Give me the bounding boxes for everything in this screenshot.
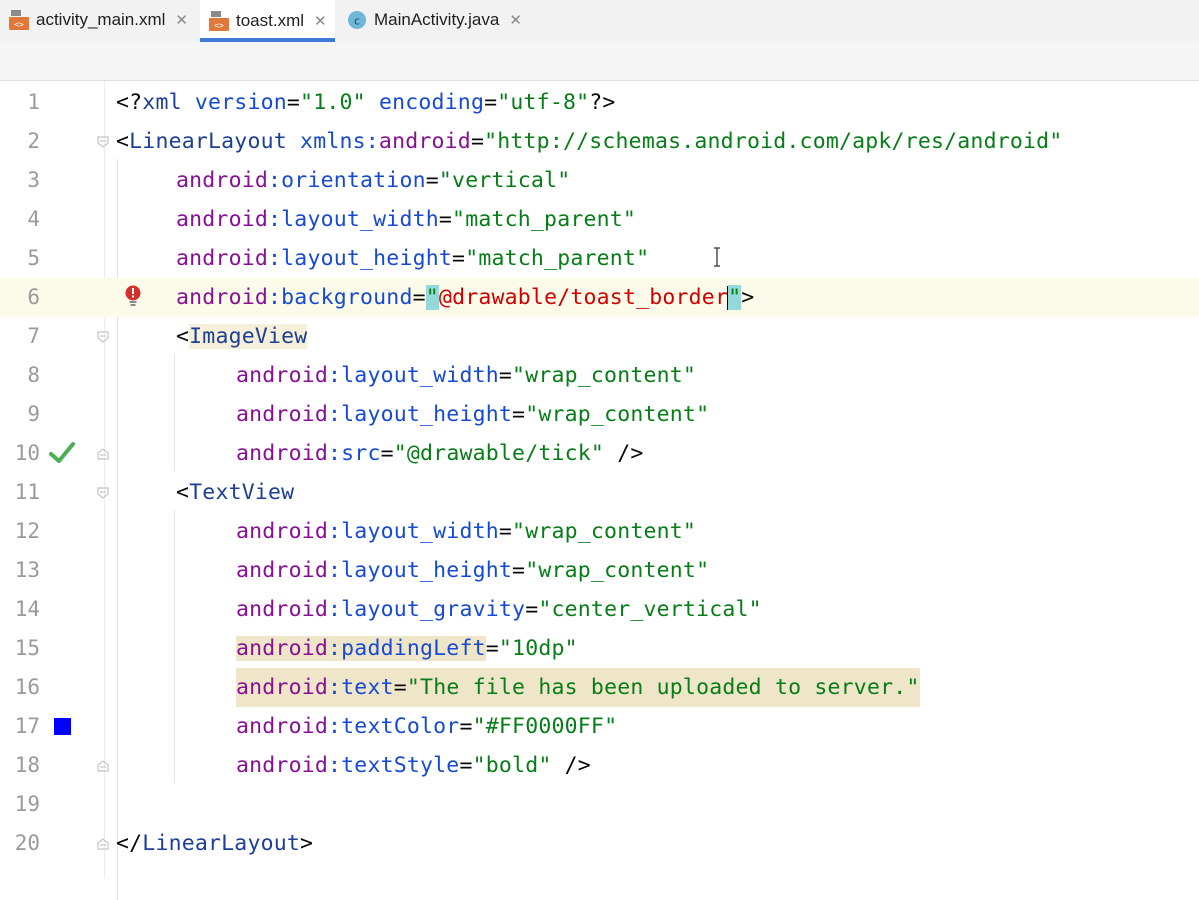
line-number: 19 — [14, 792, 40, 816]
tab-mainactivity-java[interactable]: c MainActivity.java ✕ — [346, 0, 522, 40]
code-line: 9 android:layout_height="wrap_content" — [0, 395, 1199, 434]
line-number: 12 — [14, 519, 40, 543]
line-number: 9 — [27, 402, 40, 426]
error-bulb-icon[interactable] — [123, 284, 143, 308]
line-number: 4 — [27, 207, 40, 231]
code-text: android:layout_width="match_parent" — [176, 207, 637, 232]
code-text: </LinearLayout> — [116, 831, 314, 856]
line-number: 6 — [27, 285, 40, 309]
fold-icon[interactable] — [96, 330, 110, 344]
line-number: 11 — [14, 480, 40, 504]
code-editor[interactable]: 1 <?xml version="1.0" encoding="utf-8"?>… — [0, 81, 1199, 900]
line-number: 18 — [14, 753, 40, 777]
code-line: 13 android:layout_height="wrap_content" — [0, 551, 1199, 590]
java-class-icon: c — [346, 9, 368, 31]
xml-file-icon: <> — [8, 9, 30, 31]
close-icon[interactable]: ✕ — [509, 11, 522, 29]
fold-end-icon[interactable] — [96, 759, 110, 773]
code-text: android:textStyle="bold" /> — [236, 753, 591, 778]
svg-text:<>: <> — [14, 20, 24, 29]
code-line: 11 <TextView — [0, 473, 1199, 512]
code-line: 5 android:layout_height="match_parent" — [0, 239, 1199, 278]
code-line: 4 android:layout_width="match_parent" — [0, 200, 1199, 239]
svg-text:<>: <> — [214, 21, 224, 30]
code-line: 20 </LinearLayout> — [0, 824, 1199, 863]
line-number: 7 — [27, 324, 40, 348]
code-line: 14 android:layout_gravity="center_vertic… — [0, 590, 1199, 629]
tab-label: activity_main.xml — [36, 10, 166, 29]
code-line: 3 android:orientation="vertical" — [0, 161, 1199, 200]
code-text: android:layout_gravity="center_vertical" — [236, 597, 762, 622]
line-number: 20 — [14, 831, 40, 855]
code-text: android:paddingLeft="10dp" — [236, 636, 578, 661]
code-text: android:layout_width="wrap_content" — [236, 519, 697, 544]
tab-label: toast.xml — [236, 10, 305, 30]
code-line: 7 <ImageView — [0, 317, 1199, 356]
line-number: 14 — [14, 597, 40, 621]
line-number: 8 — [27, 363, 40, 387]
fold-end-icon[interactable] — [96, 837, 110, 851]
close-icon[interactable]: ✕ — [175, 11, 188, 29]
code-text: <LinearLayout xmlns:android="http://sche… — [116, 129, 1063, 154]
code-text: android:layout_height="wrap_content" — [236, 558, 710, 583]
tab-activity-main-xml[interactable]: <> activity_main.xml ✕ — [8, 0, 188, 40]
line-number: 10 — [14, 441, 40, 465]
fold-end-icon[interactable] — [96, 447, 110, 461]
close-icon[interactable]: ✕ — [314, 12, 327, 30]
code-line: 12 android:layout_width="wrap_content" — [0, 512, 1199, 551]
code-line: 16 android:text="The file has been uploa… — [0, 668, 1199, 707]
line-number: 17 — [14, 714, 40, 738]
code-line: 15 android:paddingLeft="10dp" — [0, 629, 1199, 668]
image-check-icon[interactable] — [48, 441, 76, 465]
fold-icon[interactable] — [96, 486, 110, 500]
code-text: <ImageView — [176, 324, 308, 349]
code-line: 18 android:textStyle="bold" /> — [0, 746, 1199, 785]
code-text: android:layout_height="wrap_content" — [236, 402, 710, 427]
code-text: <?xml version="1.0" encoding="utf-8"?> — [116, 90, 616, 115]
xml-file-icon: <> — [208, 10, 230, 32]
code-line: 19 — [0, 785, 1199, 824]
color-swatch-icon[interactable] — [54, 718, 71, 735]
code-text: android:text="The file has been uploaded… — [236, 668, 920, 707]
editor-tab-bar: <> activity_main.xml ✕ <> toast.xml ✕ c … — [0, 0, 1199, 43]
fold-icon[interactable] — [96, 135, 110, 149]
breadcrumb-bar — [0, 42, 1199, 81]
code-text: android:layout_width="wrap_content" — [236, 363, 697, 388]
code-text: android:background="@drawable/toast_bord… — [176, 285, 755, 310]
line-number: 3 — [27, 168, 40, 192]
code-text: android:textColor="#FF0000FF" — [236, 714, 618, 739]
text-cursor-icon — [714, 247, 720, 267]
code-text: android:src="@drawable/tick" /> — [236, 441, 644, 466]
code-line: 8 android:layout_width="wrap_content" — [0, 356, 1199, 395]
code-line: 2 <LinearLayout xmlns:android="http://sc… — [0, 122, 1199, 161]
tab-label: MainActivity.java — [374, 10, 500, 29]
tab-toast-xml[interactable]: <> toast.xml ✕ — [200, 0, 335, 42]
line-number: 15 — [14, 636, 40, 660]
line-number: 16 — [14, 675, 40, 699]
code-line: 10 android:src="@drawable/tick" /> — [0, 434, 1199, 473]
code-text: <TextView — [176, 480, 295, 505]
line-number: 13 — [14, 558, 40, 582]
line-number: 1 — [27, 90, 40, 114]
line-number: 2 — [27, 129, 40, 153]
code-line: 17 android:textColor="#FF0000FF" — [0, 707, 1199, 746]
svg-text:c: c — [354, 15, 360, 28]
code-line-current: 6 android:background="@drawable/toast_bo… — [0, 278, 1199, 317]
code-line: 1 <?xml version="1.0" encoding="utf-8"?> — [0, 83, 1199, 122]
line-number: 5 — [27, 246, 40, 270]
code-text: android:orientation="vertical" — [176, 168, 571, 193]
code-text: android:layout_height="match_parent" — [176, 246, 650, 271]
